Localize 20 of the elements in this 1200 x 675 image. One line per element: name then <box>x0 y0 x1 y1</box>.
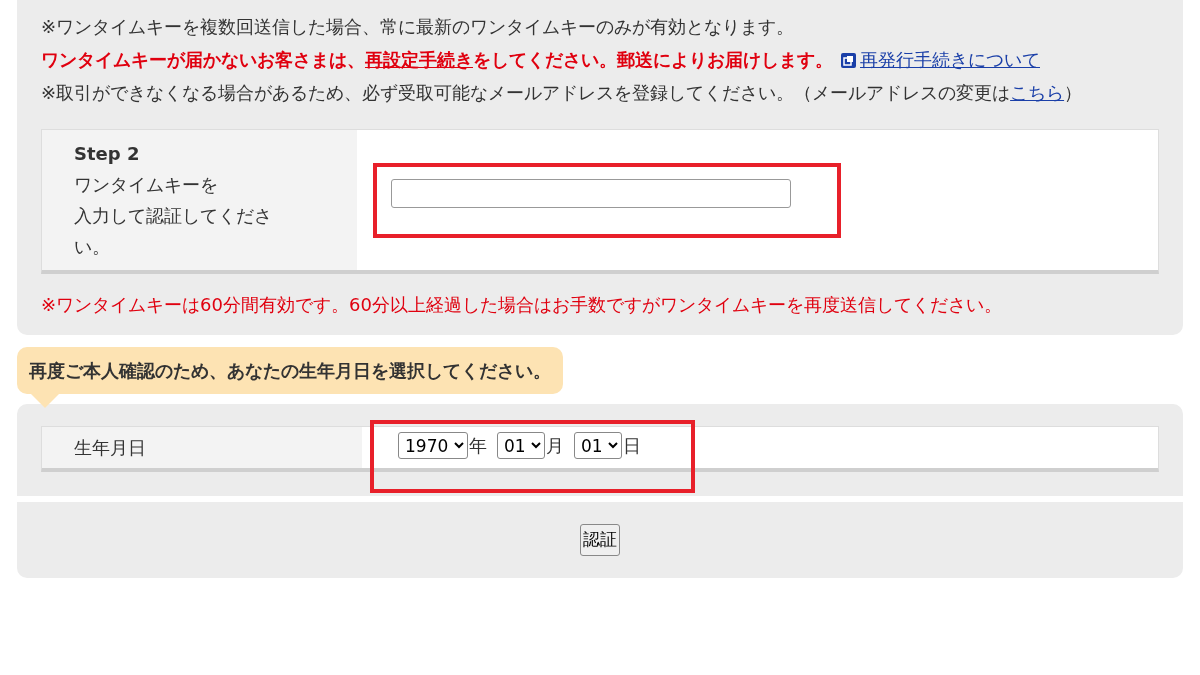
warning-text: ワンタイムキーが届かないお客さまは、再設定手続き をしてください。郵送によりお届けします。 再発行手続きについて <box>41 48 1041 72</box>
submit-button[interactable]: 認証 <box>580 524 620 556</box>
step-description: ワンタイムキーを 入力して認証してください。 <box>74 173 273 259</box>
reissue-link[interactable]: 再発行手続きについて <box>860 49 1040 70</box>
validity-note: ※ワンタイムキーは60分間有効です。60分以上経過した場合はお手数ですがワンタイムキーを再度送信してください。 <box>41 293 1003 317</box>
date-select[interactable]: 01 <box>574 432 622 459</box>
unit-label: 年 <box>469 434 487 458</box>
email-change-link[interactable]: こちら <box>1010 82 1065 103</box>
date-select[interactable]: 01 <box>497 432 545 459</box>
step-title: Step 2 <box>74 142 141 166</box>
date-select[interactable]: 1970 <box>398 432 468 459</box>
prompt-text: 再度ご本人確認のため、あなたの生年月日を選択してください。 <box>29 360 551 381</box>
birthdate-label: 生年月日 <box>74 436 146 460</box>
reset-link[interactable]: 再設定手続き <box>365 49 473 70</box>
unit-label: 月 <box>546 434 564 458</box>
notice-text: ※取引ができなくなる場合があるため、必ず受取可能なメールアドレスを登録してください。（メールアドレスの変更はこちら） <box>41 81 1084 105</box>
notice-text: ※ワンタイムキーを複数回送信した場合、常に最新のワンタイムキーのみが有効となります。 <box>41 15 796 39</box>
unit-label: 日 <box>623 434 641 458</box>
external-window-icon <box>841 53 856 68</box>
input-field[interactable] <box>391 178 791 208</box>
